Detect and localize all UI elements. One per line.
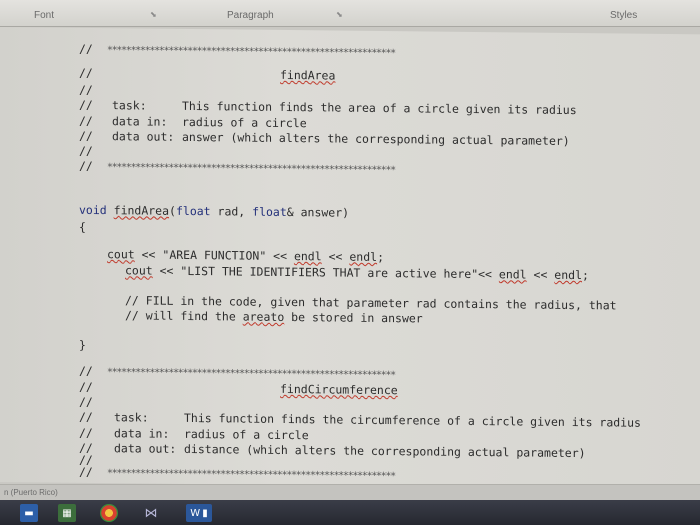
data-in-label: data in: — [112, 114, 168, 129]
code-line: // — [79, 82, 93, 97]
data-in-text: radius of a circle — [184, 426, 309, 443]
taskbar: ▬ ▦ ⋈ W ▮ — [0, 500, 700, 525]
code-line: //**************************************… — [79, 41, 395, 60]
code-line: // — [79, 425, 93, 440]
code-line: // — [79, 394, 93, 409]
function-name-findcircumference: findCircumference — [280, 381, 398, 398]
code-line: // — [79, 113, 93, 128]
open-brace: { — [79, 219, 86, 234]
data-in-text: radius of a circle — [182, 114, 307, 131]
word-icon[interactable]: W ▮ — [186, 504, 212, 522]
code-line: // — [79, 65, 93, 80]
chrome-icon[interactable] — [100, 504, 118, 522]
visual-studio-icon[interactable]: ⋈ — [142, 504, 160, 522]
code-line: // — [79, 143, 93, 158]
language-indicator[interactable]: n (Puerto Rico) — [4, 488, 58, 497]
code-line: //**************************************… — [79, 158, 395, 177]
styles-group-label: Styles — [610, 10, 638, 21]
store-icon[interactable]: ▦ — [58, 504, 76, 522]
font-group-label: Font — [34, 10, 55, 21]
code-line: // — [79, 128, 93, 143]
task-text: This function finds the area of a circle… — [182, 98, 577, 118]
document-page[interactable]: //**************************************… — [0, 27, 700, 490]
cout-list-line: cout << "LIST THE IDENTIFIERS THAT are a… — [125, 263, 589, 283]
function-signature: void findArea(float rad, float& answer) — [79, 202, 350, 220]
font-dialog-launcher-icon[interactable]: ⬊ — [150, 11, 158, 19]
status-bar: n (Puerto Rico) — [0, 484, 700, 501]
cout-area-line: cout << "AREA FUNCTION" << endl << endl; — [107, 247, 384, 265]
file-explorer-icon[interactable]: ▬ — [20, 504, 38, 522]
data-in-label: data in: — [114, 426, 170, 441]
paragraph-dialog-launcher-icon[interactable]: ⬊ — [336, 11, 344, 19]
task-label: task: — [112, 98, 147, 113]
data-out-label: data out: — [112, 129, 175, 144]
code-line: //**************************************… — [79, 464, 395, 483]
code-line: //**************************************… — [79, 363, 395, 382]
data-out-text: answer (which alters the corresponding a… — [182, 129, 570, 148]
close-brace: } — [79, 337, 86, 352]
paragraph-group-label: Paragraph — [227, 10, 274, 21]
data-out-label: data out: — [114, 441, 177, 456]
ribbon: Font ⬊ Paragraph ⬊ Styles — [0, 0, 700, 27]
code-line: // — [79, 409, 93, 424]
code-line: // — [79, 379, 93, 394]
task-label: task: — [114, 410, 149, 425]
function-name-findarea: findArea — [280, 67, 336, 83]
fill-comment-line-2: // will find the areato be stored in ans… — [125, 308, 423, 326]
code-line: // — [79, 97, 93, 112]
data-out-text: distance (which alters the corresponding… — [184, 441, 586, 461]
